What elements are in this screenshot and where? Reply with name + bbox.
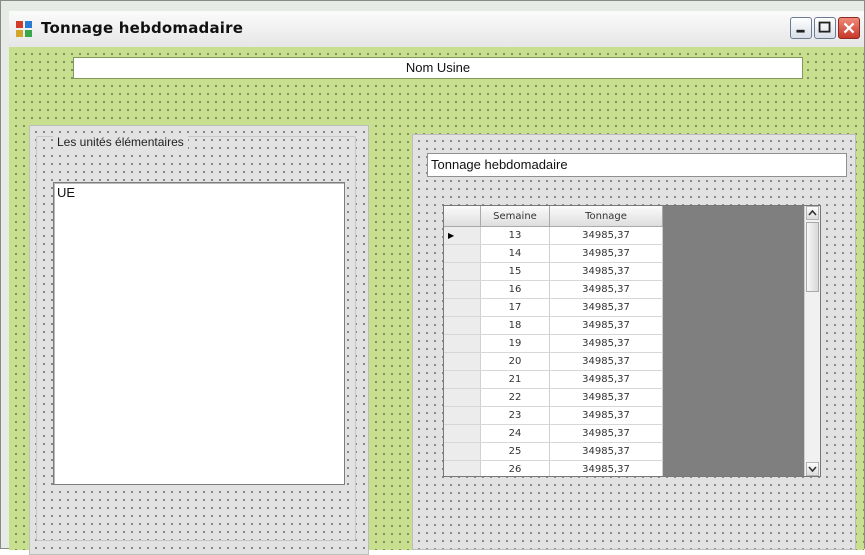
cell-semaine[interactable]: 13 [480,226,550,245]
table-row[interactable]: 16 34985,37 [444,280,663,299]
table-row[interactable]: 21 34985,37 [444,370,663,389]
cell-tonnage[interactable]: 34985,37 [549,442,663,461]
cell-semaine[interactable]: 17 [480,298,550,317]
cell-tonnage[interactable]: 34985,37 [549,406,663,425]
table-row[interactable]: 26 34985,37 [444,460,663,476]
chevron-down-icon [808,466,817,473]
table-row[interactable]: 25 34985,37 [444,442,663,461]
cell-tonnage[interactable]: 34985,37 [549,244,663,263]
maximize-icon [818,21,831,33]
cell-semaine[interactable]: 20 [480,352,550,371]
row-header-cell[interactable] [444,370,481,389]
cell-tonnage[interactable]: 34985,37 [549,262,663,281]
table-row[interactable]: 24 34985,37 [444,424,663,443]
table-row[interactable]: 22 34985,37 [444,388,663,407]
app-icon [16,21,32,37]
cell-semaine[interactable]: 24 [480,424,550,443]
scroll-down-button[interactable] [806,462,819,476]
tonnage-table: Semaine Tonnage ▶ 13 34985,37 14 34985,37 15 3… [444,206,663,476]
table-row[interactable]: 18 34985,37 [444,316,663,335]
minimize-button[interactable] [790,17,812,39]
app-window: Tonnage hebdomadaire Nom Usine Les unité… [0,0,865,555]
elementary-units-panel: Les unités élémentaires UE [29,125,369,555]
table-row[interactable]: 23 34985,37 [444,406,663,425]
maximize-button[interactable] [814,17,836,39]
table-row[interactable]: 20 34985,37 [444,352,663,371]
row-header-cell[interactable] [444,298,481,317]
scroll-thumb[interactable] [806,222,819,292]
weekly-tonnage-grid[interactable]: Semaine Tonnage ▶ 13 34985,37 14 34985,37 15 3… [443,205,821,477]
current-row-marker: ▶ [448,231,455,240]
row-header-cell[interactable] [444,460,481,476]
table-header-row: Semaine Tonnage [444,206,663,227]
table-row[interactable]: 14 34985,37 [444,244,663,263]
close-button[interactable] [838,17,860,39]
row-header-corner [444,206,481,227]
chevron-up-icon [808,209,817,216]
column-header-tonnage[interactable]: Tonnage [549,206,663,227]
window-title: Tonnage hebdomadaire [41,19,244,37]
scroll-up-button[interactable] [806,206,819,220]
plant-name-field[interactable]: Nom Usine [73,57,803,79]
row-header-cell[interactable] [444,352,481,371]
table-row[interactable]: 15 34985,37 [444,262,663,281]
cell-semaine[interactable]: 18 [480,316,550,335]
cell-semaine[interactable]: 21 [480,370,550,389]
table-row[interactable]: 17 34985,37 [444,298,663,317]
cell-semaine[interactable]: 19 [480,334,550,353]
row-header-cell[interactable] [444,442,481,461]
cell-tonnage[interactable]: 34985,37 [549,298,663,317]
row-header-cell[interactable] [444,424,481,443]
title-bar[interactable]: Tonnage hebdomadaire [9,11,864,48]
weekly-tonnage-title-field[interactable]: Tonnage hebdomadaire [427,153,847,177]
cell-tonnage[interactable]: 34985,37 [549,334,663,353]
row-header-cell[interactable] [444,280,481,299]
column-header-semaine[interactable]: Semaine [480,206,550,227]
table-row[interactable]: ▶ 13 34985,37 [444,226,663,245]
minimize-icon [796,29,805,33]
cell-tonnage[interactable]: 34985,37 [549,370,663,389]
row-header-cell[interactable] [444,406,481,425]
cell-semaine[interactable]: 25 [480,442,550,461]
cell-tonnage[interactable]: 34985,37 [549,226,663,245]
cell-semaine[interactable]: 15 [480,262,550,281]
row-header-cell[interactable] [444,334,481,353]
row-header-cell[interactable] [444,316,481,335]
cell-semaine[interactable]: 16 [480,280,550,299]
row-header-cell[interactable] [444,388,481,407]
cell-semaine[interactable]: 22 [480,388,550,407]
elementary-units-list[interactable]: UE [53,182,345,485]
cell-semaine[interactable]: 26 [480,460,550,476]
cell-semaine[interactable]: 23 [480,406,550,425]
row-header-cell[interactable] [444,244,481,263]
form-surface: Nom Usine Les unités élémentaires UE Ton… [9,47,864,555]
list-item[interactable]: UE [57,185,75,200]
close-icon [843,22,855,34]
cell-tonnage[interactable]: 34985,37 [549,316,663,335]
cell-tonnage[interactable]: 34985,37 [549,280,663,299]
cell-tonnage[interactable]: 34985,37 [549,388,663,407]
table-row[interactable]: 19 34985,37 [444,334,663,353]
cell-tonnage[interactable]: 34985,37 [549,424,663,443]
row-header-cell[interactable] [444,262,481,281]
grid-vertical-scrollbar[interactable] [804,206,820,476]
elementary-units-label: Les unités élémentaires [53,135,188,149]
weekly-tonnage-panel: Tonnage hebdomadaire Semaine Tonnage ▶ 13… [412,134,856,550]
cell-tonnage[interactable]: 34985,37 [549,460,663,476]
caption-buttons [790,17,860,39]
row-header-cell[interactable]: ▶ [444,226,481,245]
cell-tonnage[interactable]: 34985,37 [549,352,663,371]
cell-semaine[interactable]: 14 [480,244,550,263]
